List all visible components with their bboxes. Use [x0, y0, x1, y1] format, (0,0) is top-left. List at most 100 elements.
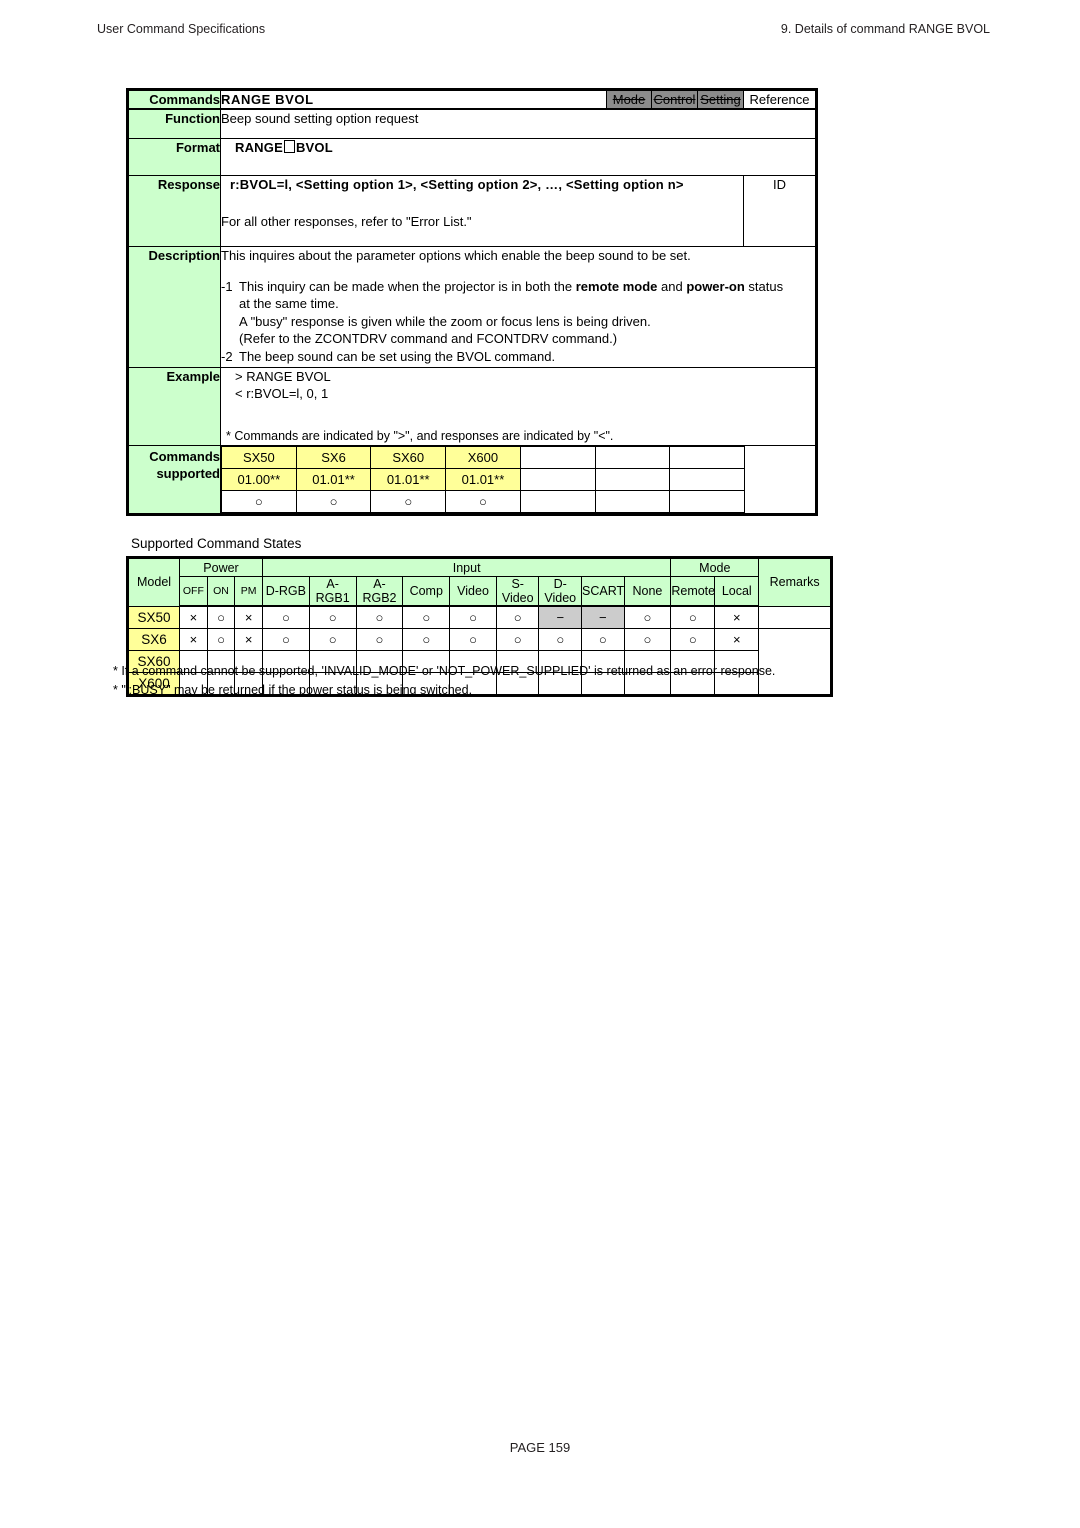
- states-row-0-cell-10: −: [581, 605, 625, 629]
- states-row-0-cell-4: ○: [308, 605, 357, 629]
- supported-mark-6: [669, 489, 745, 513]
- states-row-1-cell-10: ○: [581, 627, 625, 651]
- states-row-1-cell-4: ○: [308, 627, 357, 651]
- states-row-0-cell-11: ○: [623, 605, 672, 629]
- label-function: Function: [128, 108, 221, 140]
- label-response: Response: [128, 175, 221, 248]
- label-commands-supported-line-1: Commands: [149, 448, 220, 464]
- running-head-right: 9. Details of command RANGE BVOL: [780, 22, 990, 36]
- states-row-1-cell-9: ○: [538, 627, 583, 651]
- states-row-1-cell-13: ×: [714, 627, 760, 651]
- supported-model-6: [669, 445, 745, 469]
- states-row-0-cell-12: ○: [670, 605, 716, 629]
- states-subheader-power-pm: PM: [234, 576, 263, 607]
- format-text: RANGE BVOL: [220, 138, 816, 177]
- states-row-0-cell-9: −: [538, 605, 583, 629]
- supported-model-3: X600: [445, 445, 521, 469]
- label-description: Description: [128, 246, 221, 369]
- flag-mode: Mode: [606, 90, 652, 111]
- commands-supported-row: Commands supported SX50 SX6 SX60 X600 01…: [128, 444, 816, 514]
- description-item-1-line-4: (Refer to the ZCONTDRV command and FCONT…: [239, 330, 618, 346]
- supported-version-0: 01.00**: [221, 467, 297, 491]
- flag-mode-label: Mode: [612, 92, 646, 107]
- supported-version-6: [669, 467, 745, 491]
- states-subheader-power-off: OFF: [179, 576, 208, 607]
- supported-model-0: SX50: [221, 445, 297, 469]
- function-row: Function Beep sound setting option reque…: [128, 108, 816, 140]
- commands-supported-grid-wrap: SX50 SX6 SX60 X600 01.00** 01.01** 01.01…: [220, 444, 816, 514]
- flag-setting-label: Setting: [700, 92, 741, 107]
- states-group-header-row: Model Power Input Mode Remarks: [127, 558, 831, 607]
- supported-command-states-title: Supported Command States: [131, 536, 302, 551]
- states-subheader-input-scart: SCART: [581, 576, 625, 607]
- states-row-0-model: SX50: [127, 605, 181, 629]
- command-spec-table: Commands RANGE BVOL Mode Control Setting…: [126, 88, 818, 516]
- description-item-2-number: -2: [221, 348, 233, 364]
- states-row-0-cell-7: ○: [449, 605, 497, 629]
- description-item-1-line-1: This inquiry can be made when the projec…: [239, 279, 784, 295]
- supported-mark-0: ○: [221, 489, 297, 513]
- states-subheader-input-argb2: A-RGB2: [355, 576, 404, 607]
- table-row: SX6 × ○ × ○ ○ ○ ○ ○ ○ ○ ○ ○ ○ ×: [127, 627, 831, 695]
- states-row-0-cell-2: ×: [234, 605, 263, 629]
- label-commands-supported: Commands supported: [128, 444, 221, 514]
- states-row-0-cell-3: ○: [261, 605, 310, 629]
- states-row-1-cell-7: ○: [449, 627, 497, 651]
- states-header-mode: Mode: [670, 558, 760, 577]
- footnotes: * If a command cannot be supported, 'INV…: [113, 662, 775, 701]
- supported-mark-2: ○: [370, 489, 447, 513]
- description-item-1: -1 This inquiry can be made when the pro…: [221, 278, 815, 347]
- states-header-power: Power: [179, 558, 263, 577]
- supported-version-2: 01.01**: [370, 467, 447, 491]
- states-row-1-cell-0: ×: [179, 627, 208, 651]
- states-row-1-cell-8: ○: [495, 627, 540, 651]
- states-row-1-cell-2: ×: [234, 627, 263, 651]
- states-row-0-cell-5: ○: [355, 605, 404, 629]
- states-header-remarks: Remarks: [758, 558, 831, 607]
- commands-supported-mark-row: ○ ○ ○ ○: [221, 489, 816, 513]
- supported-model-5: [594, 445, 671, 469]
- response-row: Response r:BVOL=l, <Setting option 1>, <…: [128, 175, 816, 248]
- states-row-0-cell-13: ×: [714, 605, 760, 629]
- table-row: SX50 × ○ × ○ ○ ○ ○ ○ ○ − − ○ ○ ×: [127, 605, 831, 629]
- description-item-1-number: -1: [221, 279, 233, 295]
- flag-setting: Setting: [697, 90, 744, 111]
- states-row-1-model-0: SX6: [127, 627, 181, 651]
- description-body: This inquires about the parameter option…: [220, 246, 816, 369]
- description-item-1-line-2: at the same time.: [239, 296, 339, 312]
- states-row-0-cell-6: ○: [402, 605, 451, 629]
- states-row-0-cell-1: ○: [206, 605, 236, 629]
- example-row: Example > RANGE BVOL < r:BVOL=l, 0, 1 * …: [128, 367, 816, 446]
- states-subheader-power-on: ON: [206, 576, 236, 607]
- description-item-2: -2 The beep sound can be set using the B…: [221, 348, 815, 365]
- states-subheader-mode-local: Local: [714, 576, 760, 607]
- label-commands: Commands: [128, 90, 221, 111]
- states-row-1-cell-3: ○: [261, 627, 310, 651]
- supported-version-4: [519, 467, 596, 491]
- states-subheader-input-svideo: S-Video: [495, 576, 540, 607]
- states-subheader-input-dvideo: D-Video: [538, 576, 583, 607]
- commands-supported-model-row: SX50 SX6 SX60 X600: [221, 445, 815, 513]
- states-sub-header-row: OFF ON PM D-RGB A-RGB1 A-RGB2 Comp Video…: [129, 576, 831, 607]
- states-row-1-cell-6: ○: [402, 627, 451, 651]
- supported-model-4: [519, 445, 596, 469]
- response-id: ID: [743, 175, 816, 248]
- footnote-1: * If a command cannot be supported, 'INV…: [113, 664, 776, 678]
- label-format: Format: [128, 138, 221, 177]
- description-intro: This inquires about the parameter option…: [221, 248, 691, 264]
- command-title-row: Commands RANGE BVOL Mode Control Setting…: [128, 90, 816, 111]
- running-head-left: User Command Specifications: [97, 22, 266, 36]
- label-commands-supported-line-2: supported: [156, 465, 220, 481]
- format-row: Format RANGE BVOL: [128, 138, 816, 177]
- supported-version-1: 01.01**: [295, 467, 372, 491]
- states-row-1-cell-5: ○: [355, 627, 404, 651]
- page-number: PAGE 159: [509, 1440, 571, 1455]
- states-header-model: Model: [127, 558, 181, 607]
- description-item-2-body: The beep sound can be set using the BVOL…: [239, 348, 556, 364]
- function-text: Beep sound setting option request: [220, 108, 816, 140]
- running-head: User Command Specifications 9. Details o…: [97, 22, 990, 40]
- states-row-0-cell-0: ×: [179, 605, 208, 629]
- example-body: > RANGE BVOL < r:BVOL=l, 0, 1 * Commands…: [220, 367, 816, 446]
- response-line-2: For all other responses, refer to "Error…: [221, 214, 472, 230]
- states-subheader-mode-remote: Remote: [670, 576, 716, 607]
